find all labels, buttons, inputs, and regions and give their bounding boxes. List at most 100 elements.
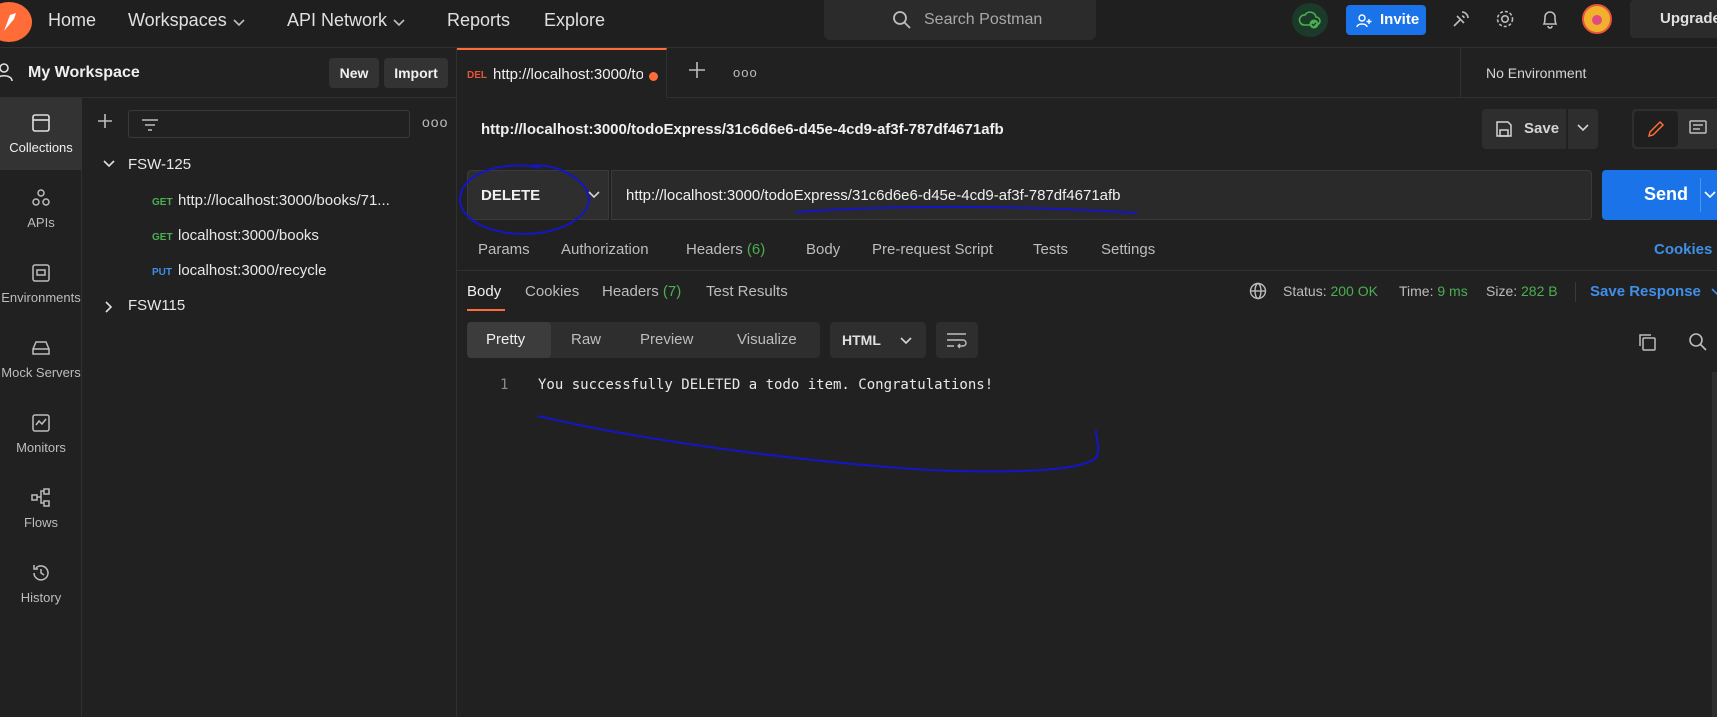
plus-icon[interactable] [96, 112, 114, 133]
environments-icon [32, 264, 50, 282]
comment-icon[interactable] [1688, 119, 1708, 142]
invite-button[interactable]: Invite [1346, 5, 1426, 35]
save-response-label: Save Response [1590, 283, 1701, 300]
method-select[interactable]: DELETE [467, 170, 609, 220]
divider [1575, 282, 1576, 302]
size-label: Size: [1486, 283, 1518, 299]
edit-mode-button[interactable] [1634, 111, 1678, 147]
globe-icon[interactable] [1249, 282, 1267, 303]
send-button[interactable]: Send [1602, 170, 1717, 220]
method-value: DELETE [481, 187, 541, 204]
wrap-lines-icon [947, 333, 967, 349]
more-options-icon[interactable]: ooo [422, 114, 448, 130]
format-preview[interactable]: Preview [640, 331, 693, 348]
size-info[interactable]: Size: 282 B [1486, 283, 1558, 299]
save-options-button[interactable] [1568, 109, 1598, 149]
request-title: http://localhost:3000/todoExpress/31c6d6… [481, 121, 1004, 138]
tab-params[interactable]: Params [478, 241, 530, 258]
upgrade-button[interactable]: Upgrade [1630, 0, 1717, 38]
cloud-check-icon [1298, 11, 1321, 29]
tab-authorization[interactable]: Authorization [561, 241, 649, 258]
nav-workspaces[interactable]: Workspaces [128, 0, 245, 40]
response-tab-headers-label: Headers [602, 283, 659, 300]
url-input[interactable]: http://localhost:3000/todoExpress/31c6d6… [611, 170, 1592, 220]
more-tabs-icon[interactable]: ooo [733, 65, 758, 80]
satellite-icon[interactable] [1450, 8, 1472, 33]
time-label: Time: [1399, 283, 1434, 299]
response-tab-cookies[interactable]: Cookies [525, 283, 579, 300]
apis-icon [32, 189, 50, 206]
response-tab-body[interactable]: Body [467, 283, 501, 300]
nav-api-network-label: API Network [287, 10, 388, 30]
gear-icon[interactable] [1494, 8, 1516, 33]
nav-api-network[interactable]: API Network [287, 0, 405, 40]
chevron-down-icon [1711, 288, 1717, 296]
format-pretty[interactable]: Pretty [486, 331, 525, 348]
sidebar-item-monitors[interactable]: Monitors [0, 398, 82, 470]
tab-tests[interactable]: Tests [1033, 241, 1068, 258]
tab-headers[interactable]: Headers (6) [686, 241, 765, 258]
import-button[interactable]: Import [384, 58, 448, 88]
time-info[interactable]: Time: 9 ms [1399, 283, 1468, 299]
status-label: Status: [1283, 283, 1327, 299]
list-item[interactable]: GET http://localhost:3000/books/71... [152, 192, 390, 209]
sidebar-item-environments[interactable]: Environments [0, 248, 82, 320]
format-visualize[interactable]: Visualize [737, 331, 797, 348]
upgrade-label: Upgrade [1660, 10, 1717, 27]
tab-pre-request-script[interactable]: Pre-request Script [872, 241, 993, 258]
environment-select[interactable]: No Environment [1460, 48, 1717, 98]
format-raw[interactable]: Raw [571, 331, 601, 348]
nav-workspaces-label: Workspaces [128, 10, 227, 30]
language-select[interactable]: HTML [830, 322, 926, 358]
new-button[interactable]: New [329, 58, 379, 88]
sidebar-item-history[interactable]: History [0, 548, 82, 620]
wrap-lines-button[interactable] [936, 322, 978, 358]
sync-status[interactable] [1292, 3, 1328, 37]
response-body-line: You successfully DELETED a todo item. Co… [538, 377, 994, 393]
response-tab-headers[interactable]: Headers (7) [602, 283, 681, 300]
size-value: 282 B [1521, 283, 1558, 299]
response-tab-test-results[interactable]: Test Results [706, 283, 788, 300]
annotation-curve [537, 415, 1100, 473]
nav-explore[interactable]: Explore [544, 0, 605, 40]
filter-input[interactable] [128, 110, 410, 138]
history-icon [33, 565, 49, 581]
sidebar-item-apis[interactable]: APIs [0, 173, 82, 245]
nav-reports[interactable]: Reports [447, 0, 510, 40]
workspace-title: My Workspace [28, 64, 140, 81]
environment-label: No Environment [1486, 65, 1587, 81]
cookies-link[interactable]: Cookies [1654, 241, 1712, 258]
method-badge: GET [152, 232, 173, 243]
sidebar-item-collections[interactable]: Collections [0, 98, 82, 170]
headers-count: (6) [746, 241, 766, 258]
request-tab[interactable]: DEL http://localhost:3000/todoExpress/31… [457, 48, 667, 98]
sidebar-item-mock-servers[interactable]: Mock Servers [0, 323, 82, 395]
request-name: localhost:3000/books [178, 227, 319, 244]
postman-logo[interactable] [0, 2, 32, 42]
copy-icon[interactable] [1637, 332, 1657, 355]
sidebar-item-flows[interactable]: Flows [0, 473, 82, 545]
top-bar: Home Workspaces API Network Reports Expl… [0, 0, 1717, 48]
chevron-down-icon [1704, 191, 1716, 199]
new-tab-icon[interactable] [687, 60, 707, 83]
response-headers-count: (7) [662, 283, 682, 300]
save-button[interactable]: Save [1482, 109, 1566, 149]
scrollbar[interactable] [1712, 372, 1717, 717]
save-response-button[interactable]: Save Response [1590, 283, 1717, 300]
list-item[interactable]: GET localhost:3000/books [152, 227, 319, 244]
save-label: Save [1524, 120, 1560, 137]
status-info[interactable]: Status: 200 OK [1283, 283, 1378, 299]
workspace-header: My Workspace New Import [0, 48, 457, 98]
send-label: Send [1644, 184, 1689, 204]
search-input[interactable]: Search Postman [824, 0, 1096, 40]
collection-name: FSW-125 [128, 156, 192, 173]
bell-icon[interactable] [1539, 8, 1561, 33]
nav-home[interactable]: Home [48, 0, 96, 40]
tab-body[interactable]: Body [806, 241, 840, 258]
avatar[interactable] [1582, 4, 1612, 34]
monitors-icon [32, 414, 50, 432]
format-switcher: Pretty Raw Preview Visualize [467, 322, 820, 358]
list-item[interactable]: PUT localhost:3000/recycle [152, 262, 326, 279]
search-icon[interactable] [1688, 332, 1708, 355]
tab-settings[interactable]: Settings [1101, 241, 1155, 258]
